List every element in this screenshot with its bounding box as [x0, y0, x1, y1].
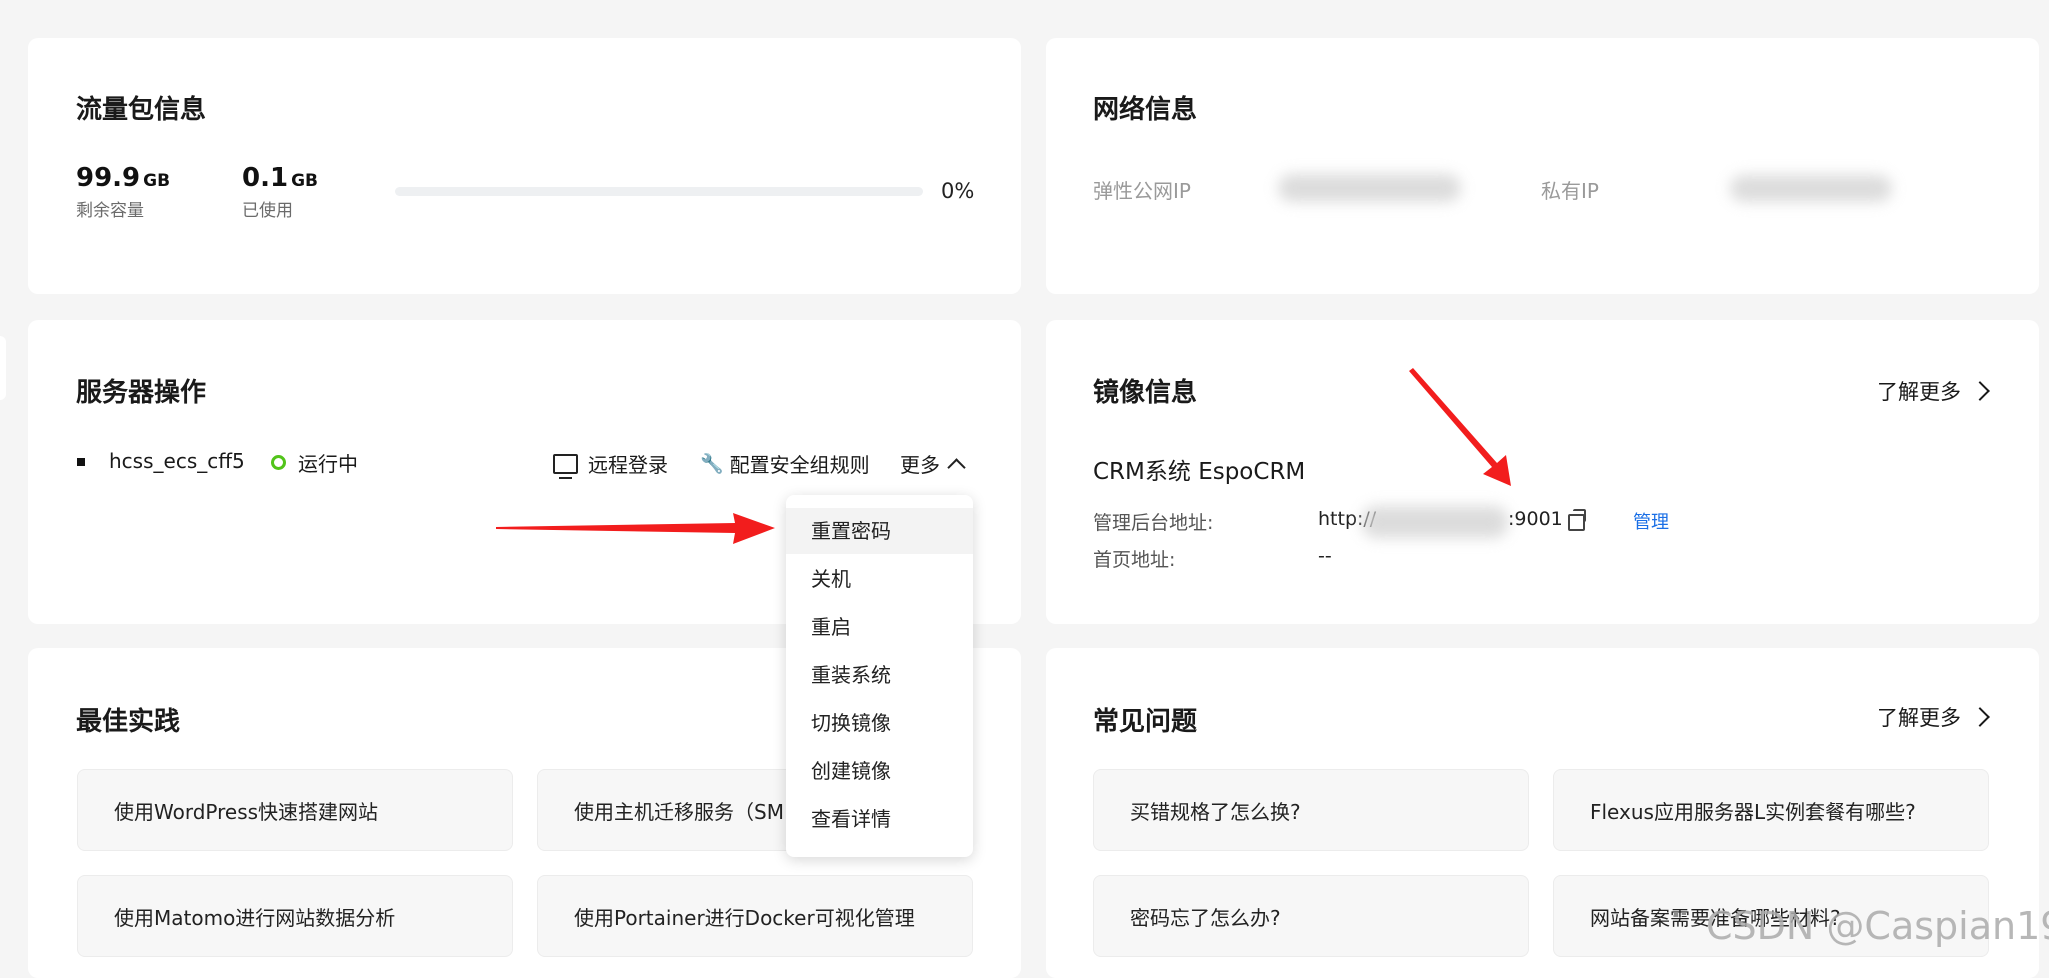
- menu-item-create-image[interactable]: 创建镜像: [786, 748, 973, 794]
- remaining-value: 99.9 GB: [76, 163, 171, 193]
- network-card: [1046, 38, 2039, 294]
- menu-item-shutdown[interactable]: 关机: [786, 556, 973, 602]
- security-rules-label: 配置安全组规则: [729, 453, 870, 477]
- faq-item[interactable]: 密码忘了怎么办?: [1093, 875, 1529, 957]
- server-ops-title: 服务器操作: [76, 378, 207, 408]
- best-practice-item[interactable]: 使用Portainer进行Docker可视化管理: [537, 875, 973, 957]
- faq-title: 常见问题: [1093, 707, 1198, 737]
- admin-url-label: 管理后台地址:: [1093, 512, 1214, 534]
- image-learn-more-link[interactable]: 了解更多: [1877, 376, 1990, 406]
- side-collapse-handle[interactable]: [0, 336, 6, 400]
- menu-item-restart[interactable]: 重启: [786, 604, 973, 650]
- home-url-label: 首页地址:: [1093, 549, 1176, 571]
- image-learn-more-label: 了解更多: [1877, 380, 1961, 404]
- more-dropdown-menu: 重置密码 关机 重启 重装系统 切换镜像 创建镜像 查看详情: [786, 495, 973, 857]
- more-label: 更多: [900, 453, 940, 477]
- more-dropdown-toggle[interactable]: 更多: [900, 449, 966, 478]
- traffic-title: 流量包信息: [76, 95, 207, 125]
- private-ip-redacted: [1730, 175, 1892, 202]
- faq-learn-more-link[interactable]: 了解更多: [1877, 702, 1990, 732]
- remote-login-label: 远程登录: [588, 453, 668, 477]
- network-title: 网络信息: [1093, 95, 1198, 125]
- best-practice-title: 最佳实践: [76, 707, 181, 737]
- used-value: 0.1 GB: [242, 163, 318, 193]
- menu-item-reset-password[interactable]: 重置密码: [786, 508, 973, 554]
- menu-item-view-details[interactable]: 查看详情: [786, 796, 973, 842]
- server-name: hcss_ecs_cff5: [109, 449, 245, 473]
- watermark: CSDN @Caspian19: [1706, 904, 2049, 948]
- usage-percent: 0%: [941, 179, 975, 203]
- chevron-up-icon: [947, 458, 966, 477]
- copy-icon[interactable]: [1568, 509, 1586, 531]
- usage-progress-bar: [395, 187, 923, 196]
- remaining-label: 剩余容量: [76, 201, 144, 221]
- menu-item-switch-image[interactable]: 切换镜像: [786, 700, 973, 746]
- security-rules-button[interactable]: 🔧 配置安全组规则: [700, 449, 870, 478]
- manage-link[interactable]: 管理: [1633, 508, 1669, 534]
- remote-login-button[interactable]: 远程登录: [553, 449, 668, 479]
- chevron-right-icon: [1970, 707, 1990, 727]
- server-status: 运行中: [298, 452, 358, 476]
- server-bullet: [77, 458, 85, 466]
- public-ip-redacted: [1278, 174, 1461, 202]
- best-practice-item[interactable]: 使用WordPress快速搭建网站: [77, 769, 513, 851]
- faq-item[interactable]: Flexus应用服务器L实例套餐有哪些?: [1553, 769, 1989, 851]
- wrench-icon: 🔧: [700, 453, 724, 475]
- best-practice-item[interactable]: 使用Matomo进行网站数据分析: [77, 875, 513, 957]
- private-ip-label: 私有IP: [1541, 179, 1599, 203]
- image-name: CRM系统 EspoCRM: [1093, 459, 1306, 485]
- admin-url-redacted: [1362, 506, 1508, 538]
- faq-item[interactable]: 买错规格了怎么换?: [1093, 769, 1529, 851]
- image-info-title: 镜像信息: [1093, 378, 1198, 408]
- monitor-icon: [553, 453, 578, 479]
- used-label: 已使用: [242, 201, 293, 221]
- faq-learn-more-label: 了解更多: [1877, 706, 1961, 730]
- menu-item-reinstall-os[interactable]: 重装系统: [786, 652, 973, 698]
- running-status-icon: [271, 455, 286, 470]
- home-url-value: --: [1318, 545, 1332, 567]
- traffic-card: 流量包信息 99.9 GB 剩余容量 0.1 GB 已使用: [28, 38, 1021, 294]
- public-ip-label: 弹性公网IP: [1093, 179, 1191, 203]
- chevron-right-icon: [1970, 381, 1990, 401]
- admin-url-port: :9001: [1508, 508, 1563, 530]
